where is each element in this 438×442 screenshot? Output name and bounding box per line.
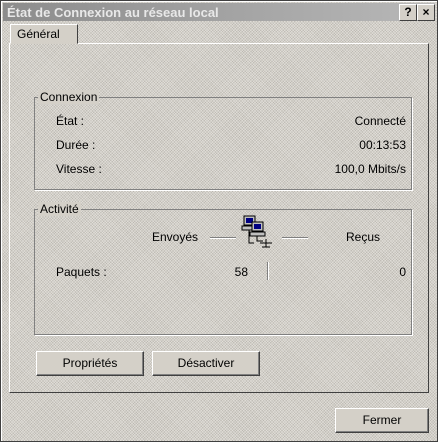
packets-divider: [267, 262, 268, 280]
state-value: Connecté: [354, 114, 406, 128]
tab-general[interactable]: Général: [10, 24, 78, 44]
general-panel: Connexion État : Connecté Durée : 00:13:…: [9, 43, 429, 393]
connection-legend: Connexion: [38, 90, 100, 104]
sent-line: [210, 237, 236, 238]
activity-legend: Activité: [38, 202, 81, 216]
network-computers-icon: [240, 214, 276, 250]
help-button[interactable]: ?: [399, 4, 417, 21]
packets-label: Paquets :: [56, 265, 107, 279]
state-label: État :: [56, 114, 85, 128]
received-label: Reçus: [346, 230, 381, 244]
close-window-button[interactable]: ×: [417, 4, 435, 21]
received-line: [282, 237, 308, 238]
speed-value: 100,0 Mbits/s: [334, 162, 406, 176]
packets-received-value: 0: [399, 265, 406, 279]
duration-value: 00:13:53: [359, 138, 406, 152]
packets-sent-value: 58: [234, 265, 248, 279]
title-bar[interactable]: État de Connexion au réseau local ? ×: [3, 3, 435, 21]
speed-label: Vitesse :: [56, 162, 102, 176]
duration-label: Durée :: [56, 138, 96, 152]
close-button[interactable]: Fermer: [335, 408, 429, 433]
window-title: État de Connexion au réseau local: [7, 5, 219, 20]
sent-label: Envoyés: [152, 230, 199, 244]
dialog-window: État de Connexion au réseau local ? × Gé…: [0, 0, 438, 442]
properties-button[interactable]: Propriétés: [36, 351, 144, 376]
disable-button[interactable]: Désactiver: [152, 351, 260, 376]
